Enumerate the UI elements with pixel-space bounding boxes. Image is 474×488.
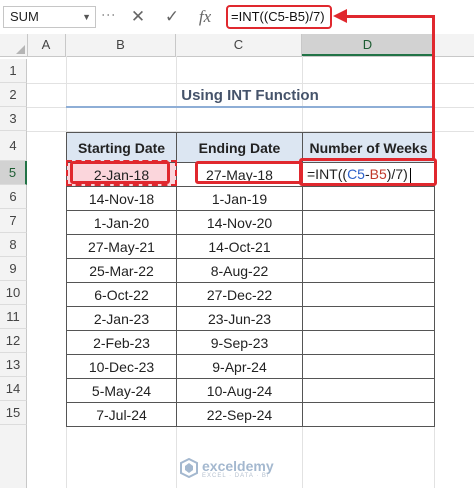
row-header-12[interactable]: 12 [0,329,27,353]
row-header-15[interactable]: 15 [0,401,27,425]
row-header-1[interactable]: 1 [0,59,27,83]
header-ending-date[interactable]: Ending Date [176,132,303,163]
highlight-box-b5 [70,161,170,184]
row-header-5[interactable]: 5 [0,161,27,185]
cell-weeks[interactable] [302,186,435,211]
chevron-down-icon[interactable]: ▼ [82,7,91,27]
watermark-tagline: EXCEL · DATA · BI [202,473,270,479]
cell-start[interactable]: 25-Mar-22 [66,258,177,283]
watermark-name: exceldemy [202,458,274,474]
cancel-icon[interactable]: ✕ [125,6,151,28]
annotation-arrow-line [344,15,435,18]
table-row: 1-Jan-20 14-Nov-20 [66,210,435,235]
cell-start[interactable]: 27-May-21 [66,234,177,259]
exceldemy-watermark: exceldemy EXCEL · DATA · BI [180,456,320,482]
row-header-4[interactable]: 4 [0,131,27,161]
table-row: 10-Dec-23 9-Apr-24 [66,354,435,379]
arrow-head-icon [333,9,347,23]
cell-weeks[interactable] [302,330,435,355]
formula-input[interactable]: =INT((C5-B5)/7) [226,5,332,29]
cell-weeks[interactable] [302,258,435,283]
highlight-box-c5 [195,161,303,184]
table-row: 2-Jan-23 23-Jun-23 [66,306,435,331]
drag-handle-icon[interactable]: ⋮ [101,8,117,23]
row-header-8[interactable]: 8 [0,233,27,257]
row-header-2[interactable]: 2 [0,83,27,107]
cell-end[interactable]: 8-Aug-22 [176,258,303,283]
cell-start[interactable]: 10-Dec-23 [66,354,177,379]
table-row: 2-Feb-23 9-Sep-23 [66,330,435,355]
cell-start[interactable]: 7-Jul-24 [66,402,177,427]
annotation-arrow-line [432,16,435,159]
row-header-7[interactable]: 7 [0,209,27,233]
row-header-13[interactable]: 13 [0,353,27,377]
cell-start[interactable]: 14-Nov-18 [66,186,177,211]
row-header-6[interactable]: 6 [0,185,27,209]
table-row: 27-May-21 14-Oct-21 [66,234,435,259]
cell-weeks[interactable] [302,306,435,331]
cell-weeks[interactable] [302,402,435,427]
row-header-11[interactable]: 11 [0,305,27,329]
title-underline [66,106,434,108]
cell-start[interactable]: 2-Feb-23 [66,330,177,355]
select-all-button[interactable] [0,34,28,56]
row-header-10[interactable]: 10 [0,281,27,305]
row-header-3[interactable]: 3 [0,107,27,131]
table-row: 25-Mar-22 8-Aug-22 [66,258,435,283]
insert-function-icon[interactable]: fx [192,6,218,28]
cell-weeks[interactable] [302,354,435,379]
column-header-d[interactable]: D [302,34,434,56]
cell-end[interactable]: 10-Aug-24 [176,378,303,403]
cell-end[interactable]: 9-Sep-23 [176,330,303,355]
column-header-c[interactable]: C [176,34,302,56]
row-header-9[interactable]: 9 [0,257,27,281]
highlight-box-d5 [299,158,437,186]
cell-weeks[interactable] [302,234,435,259]
column-header-b[interactable]: B [66,34,176,56]
cell-weeks[interactable] [302,282,435,307]
cell-end[interactable]: 14-Nov-20 [176,210,303,235]
row-header-14[interactable]: 14 [0,377,27,401]
row-header-filler [0,425,27,488]
cell-end[interactable]: 9-Apr-24 [176,354,303,379]
cell-end[interactable]: 14-Oct-21 [176,234,303,259]
column-header-row: A B C D [0,34,474,57]
name-box[interactable]: SUM ▼ [3,6,96,28]
cell-weeks[interactable] [302,378,435,403]
cell-end[interactable]: 22-Sep-24 [176,402,303,427]
select-all-icon [16,45,25,54]
table-row: 7-Jul-24 22-Sep-24 [66,402,435,427]
enter-icon[interactable]: ✓ [159,6,185,28]
cell-start[interactable]: 2-Jan-23 [66,306,177,331]
cell-start[interactable]: 5-May-24 [66,378,177,403]
cell-start[interactable]: 6-Oct-22 [66,282,177,307]
cell-start[interactable]: 1-Jan-20 [66,210,177,235]
name-box-value: SUM [10,9,39,24]
cell-weeks[interactable] [302,210,435,235]
table-row: 14-Nov-18 1-Jan-19 [66,186,435,211]
exceldemy-logo-icon [180,458,198,478]
cell-end[interactable]: 1-Jan-19 [176,186,303,211]
sheet-title[interactable]: Using INT Function [66,84,434,108]
cell-end[interactable]: 27-Dec-22 [176,282,303,307]
header-starting-date[interactable]: Starting Date [66,132,177,163]
table-row: 5-May-24 10-Aug-24 [66,378,435,403]
cell-end[interactable]: 23-Jun-23 [176,306,303,331]
table-row: 6-Oct-22 27-Dec-22 [66,282,435,307]
column-header-a[interactable]: A [27,34,66,56]
